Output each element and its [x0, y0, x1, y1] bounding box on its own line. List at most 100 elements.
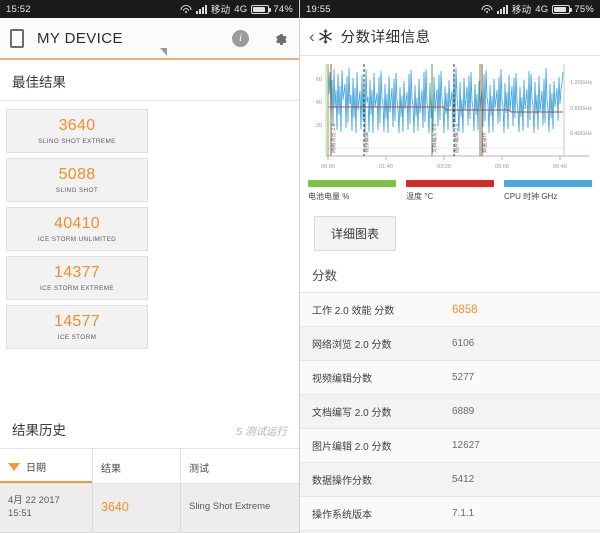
best-result-card[interactable]: 40410 ICE STORM UNLIMITED [6, 207, 148, 251]
score-row: 操作系统版本 7.1.1 [300, 497, 600, 531]
score-value: 12627 [452, 440, 480, 451]
card-label: SLING SHOT [55, 187, 99, 194]
best-results-header: 最佳结果 [0, 60, 299, 101]
card-label: SLING SHOT EXTREME [38, 138, 116, 145]
score-row: 网络浏览 2.0 分数 6106 [300, 327, 600, 361]
page-title: MY DEVICE [37, 29, 123, 47]
history-table-header: 日期 结果 测试 [0, 449, 299, 484]
marker-label: 视频编辑 [362, 132, 370, 153]
score-label: 网络浏览 2.0 分数 [312, 340, 392, 351]
column-label-date: 日期 [26, 463, 46, 474]
card-value: 40410 [54, 215, 100, 232]
score-label: 数据操作分数 [312, 476, 372, 487]
card-placeholder [6, 354, 148, 398]
detail-chart-button[interactable]: 详细图表 [314, 216, 397, 251]
score-row: 文档编写 2.0 分数 6889 [300, 395, 600, 429]
x-axis-tick: 06:40 [553, 164, 567, 170]
caret-down-icon[interactable] [160, 48, 167, 56]
right-app-bar: ‹ 分数详细信息 [300, 18, 600, 56]
left-axis-tick: 20 [316, 123, 322, 129]
best-result-card[interactable]: 14577 ICE STORM [6, 305, 148, 349]
history-subtitle: 5 测试运行 [236, 426, 287, 438]
gear-icon[interactable] [271, 29, 289, 47]
screenshot-pair: 15:52 移动 4G 74% MY DEVICE i 最佳结果 3640 SL… [0, 0, 600, 533]
status-carrier: 移动 [210, 5, 231, 16]
score-label: 文档编写 2.0 分数 [312, 408, 392, 419]
x-axis-tick: 01:40 [379, 164, 393, 170]
right-screen: 19:55 移动 4G 75% ‹ 分数详细信息 60 40 20 1.20GH… [300, 0, 600, 533]
score-label: 工作 2.0 效能 分数 [312, 306, 395, 317]
legend-item-battery: 电池电量 % [308, 180, 396, 202]
card-value: 5088 [58, 166, 96, 183]
status-network: 4G [535, 3, 549, 15]
score-value: 6858 [452, 303, 478, 316]
right-axis-tick: 0.40GHz [570, 131, 592, 137]
wifi-icon [180, 4, 192, 14]
performance-chart[interactable]: 60 40 20 1.20GHz 0.80GHz 0.40GHz 网络浏览 2.… [300, 56, 600, 176]
left-axis-tick: 60 [316, 77, 322, 83]
tablet-icon [10, 28, 24, 48]
status-network: 4G [234, 3, 248, 15]
card-value: 3640 [58, 117, 96, 134]
status-battery: 74% [273, 3, 293, 15]
card-label: ICE STORM EXTREME [39, 285, 114, 292]
chart-svg: 60 40 20 1.20GHz 0.80GHz 0.40GHz 网络浏览 2.… [316, 64, 592, 170]
legend-label-cpu-clock: CPU 时钟 GHz [504, 192, 558, 201]
status-clock: 19:55 [306, 3, 331, 15]
sort-descending-icon [8, 462, 20, 471]
score-value: 6889 [452, 406, 475, 417]
legend-label-battery: 电池电量 % [308, 192, 350, 201]
column-header-result[interactable]: 结果 [92, 449, 180, 483]
cell-date: 4月 22 2017 15:51 [0, 484, 92, 532]
x-axis-tick: 05:00 [495, 164, 509, 170]
chart-legend: 电池电量 % 温度 °C CPU 时钟 GHz [300, 176, 600, 202]
scores-list: 工作 2.0 效能 分数 6858 网络浏览 2.0 分数 6106 视频编辑分… [300, 293, 600, 533]
best-result-card[interactable]: 3640 SLING SHOT EXTREME [6, 109, 148, 153]
page-title: 分数详细信息 [340, 30, 431, 46]
battery-icon [552, 4, 573, 14]
score-value: 5412 [452, 474, 475, 485]
info-icon[interactable]: i [232, 29, 249, 47]
status-clock: 15:52 [6, 3, 31, 15]
cell-result: 3640 [92, 484, 180, 532]
marker-label: 文档编写 2.0 [430, 123, 438, 153]
legend-item-temperature: 温度 °C [406, 180, 494, 202]
left-screen: 15:52 移动 4G 74% MY DEVICE i 最佳结果 3640 SL… [0, 0, 300, 533]
right-status-bar: 19:55 移动 4G 75% [300, 0, 600, 18]
best-results-cards: 3640 SLING SHOT EXTREME 5088 SLING SHOT … [0, 101, 299, 408]
right-axis-tick: 1.20GHz [570, 80, 592, 86]
signal-icon [195, 4, 207, 14]
signal-icon [496, 4, 508, 14]
battery-icon [251, 4, 272, 14]
column-label-test: 测试 [189, 464, 209, 475]
history-title: 结果历史 [12, 423, 66, 438]
column-header-test[interactable]: 测试 [180, 449, 299, 483]
cell-test: Sling Shot Extreme [180, 484, 299, 532]
left-axis-tick: 40 [316, 100, 322, 106]
column-label-result: 结果 [101, 464, 121, 475]
card-value: 14377 [54, 264, 100, 281]
score-label: 图片编辑 2.0 分数 [312, 442, 392, 453]
marker-label: 图片编辑 2.0 [452, 123, 460, 153]
right-axis-tick: 0.80GHz [570, 106, 592, 112]
score-value: 7.1.1 [452, 508, 475, 519]
marker-label: 网络浏览 2.0 [329, 123, 337, 153]
back-chevron-icon[interactable]: ‹ [309, 28, 315, 45]
wifi-icon [481, 4, 493, 14]
best-results-title: 最佳结果 [12, 75, 66, 90]
history-header: 结果历史 5 测试运行 [0, 408, 299, 449]
score-row: 视频编辑分数 5277 [300, 361, 600, 395]
score-label: 视频编辑分数 [312, 374, 372, 385]
best-result-card[interactable]: 5088 SLING SHOT [6, 158, 148, 202]
legend-swatch-battery [308, 180, 396, 187]
legend-swatch-temperature [406, 180, 494, 187]
legend-label-temperature: 温度 °C [406, 192, 434, 201]
status-battery: 75% [574, 3, 594, 15]
column-header-date[interactable]: 日期 [0, 449, 92, 483]
left-status-bar: 15:52 移动 4G 74% [0, 0, 299, 18]
score-row: 图片编辑 2.0 分数 12627 [300, 429, 600, 463]
best-result-card[interactable]: 14377 ICE STORM EXTREME [6, 256, 148, 300]
table-row[interactable]: 4月 22 2017 15:51 3640 Sling Shot Extreme [0, 484, 299, 533]
snowflake-icon [317, 28, 334, 45]
score-row: 工作 2.0 效能 分数 6858 [300, 293, 600, 327]
